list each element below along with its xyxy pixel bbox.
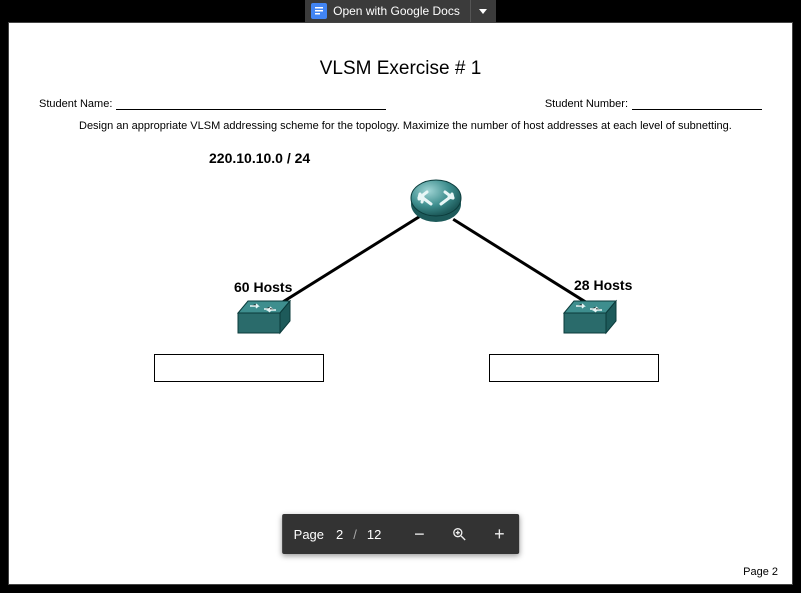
page-indicator: Page 2 / 12 — [282, 514, 400, 554]
hosts-left-label: 60 Hosts — [234, 279, 292, 295]
open-with-button[interactable]: Open with Google Docs — [305, 0, 470, 22]
switch-left-icon — [236, 299, 292, 335]
answer-box-right — [489, 354, 659, 382]
student-fields-row: Student Name: Student Number: — [39, 98, 762, 110]
current-page: 2 — [330, 527, 349, 542]
total-pages: 12 — [361, 527, 387, 542]
student-number-blank — [632, 100, 762, 110]
doc-title: VLSM Exercise # 1 — [39, 58, 762, 80]
zoom-out-button[interactable]: − — [399, 514, 439, 554]
student-name-blank — [116, 100, 386, 110]
switch-right-icon — [562, 299, 618, 335]
student-name-field: Student Name: — [39, 98, 386, 110]
zoom-in-button[interactable]: + — [479, 514, 519, 554]
minus-icon: − — [414, 524, 425, 545]
router-icon — [409, 174, 463, 228]
topbar: Open with Google Docs — [0, 0, 801, 22]
hosts-right-label: 28 Hosts — [574, 277, 632, 293]
instruction-text: Design an appropriate VLSM addressing sc… — [79, 120, 762, 132]
document-page: VLSM Exercise # 1 Student Name: Student … — [8, 22, 793, 585]
chevron-down-icon — [479, 9, 487, 14]
zoom-reset-button[interactable] — [439, 514, 479, 554]
student-number-field: Student Number: — [545, 98, 762, 110]
student-name-label: Student Name: — [39, 98, 112, 110]
page-word: Page — [294, 527, 330, 542]
google-docs-icon — [311, 3, 327, 19]
document-body: VLSM Exercise # 1 Student Name: Student … — [9, 23, 792, 584]
magnifier-icon — [451, 526, 467, 542]
open-with-group: Open with Google Docs — [305, 0, 496, 22]
plus-icon: + — [494, 524, 505, 545]
answer-box-left — [154, 354, 324, 382]
network-address: 220.10.10.0 / 24 — [209, 150, 762, 166]
open-with-dropdown[interactable] — [470, 0, 496, 22]
viewer-toolbar: Page 2 / 12 − + — [282, 514, 520, 554]
page-footer-label: Page 2 — [743, 566, 778, 578]
open-with-label: Open with Google Docs — [333, 4, 460, 18]
student-number-label: Student Number: — [545, 98, 628, 110]
page-separator: / — [349, 527, 361, 542]
topology-diagram: 60 Hosts 28 Hosts — [39, 174, 762, 404]
